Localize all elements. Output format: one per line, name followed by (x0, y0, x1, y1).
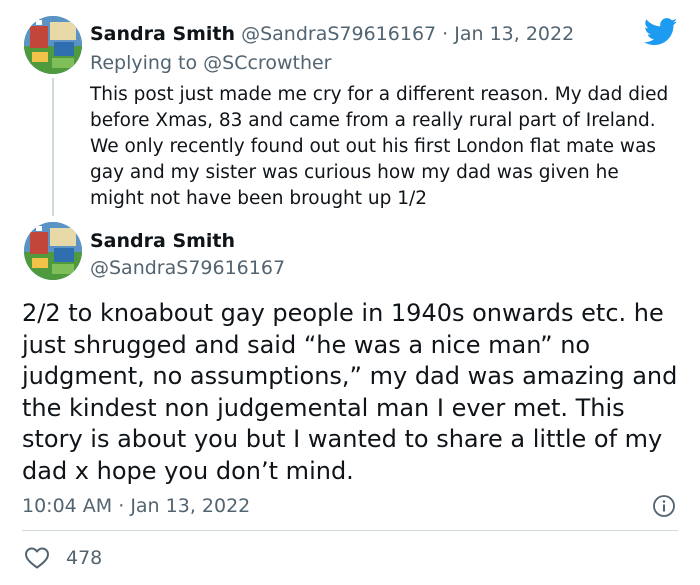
twitter-bird-icon (644, 18, 678, 46)
tweet-date[interactable]: Jan 13, 2022 (454, 23, 574, 45)
tweet-date[interactable]: Jan 13, 2022 (130, 495, 250, 517)
replying-to: Replying to @SCcrowther (90, 51, 331, 75)
like-button[interactable]: 478 (24, 544, 102, 572)
info-icon[interactable] (652, 494, 676, 518)
separator: · (436, 23, 455, 45)
reply-tweet-text: This post just made me cry for a differe… (90, 84, 669, 209)
handle[interactable]: @SandraS79616167 (90, 256, 285, 280)
thread-line (52, 78, 54, 216)
divider (22, 530, 678, 531)
avatar[interactable] (24, 222, 82, 280)
tweet-screenshot: Sandra Smith @SandraS79616167 · Jan 13, … (0, 0, 700, 585)
handle[interactable]: @SandraS79616167 (241, 23, 436, 45)
separator: · (112, 495, 131, 517)
tweet-time[interactable]: 10:04 AM (22, 495, 112, 517)
avatar[interactable] (24, 16, 82, 74)
reply-header: Sandra Smith @SandraS79616167 · Jan 13, … (90, 22, 574, 46)
like-count: 478 (66, 547, 103, 569)
replying-to-link[interactable]: @SCcrowther (203, 52, 331, 74)
reply-tweet[interactable]: Sandra Smith @SandraS79616167 · Jan 13, … (0, 0, 700, 222)
tweet-timestamp[interactable]: 10:04 AM · Jan 13, 2022 (22, 494, 250, 518)
display-name[interactable]: Sandra Smith (90, 23, 235, 45)
heart-icon[interactable] (24, 546, 50, 570)
display-name[interactable]: Sandra Smith (90, 229, 235, 253)
replying-prefix: Replying to (90, 52, 204, 74)
main-tweet-text: 2/2 to knoabout gay people in 1940s onwa… (22, 299, 678, 485)
